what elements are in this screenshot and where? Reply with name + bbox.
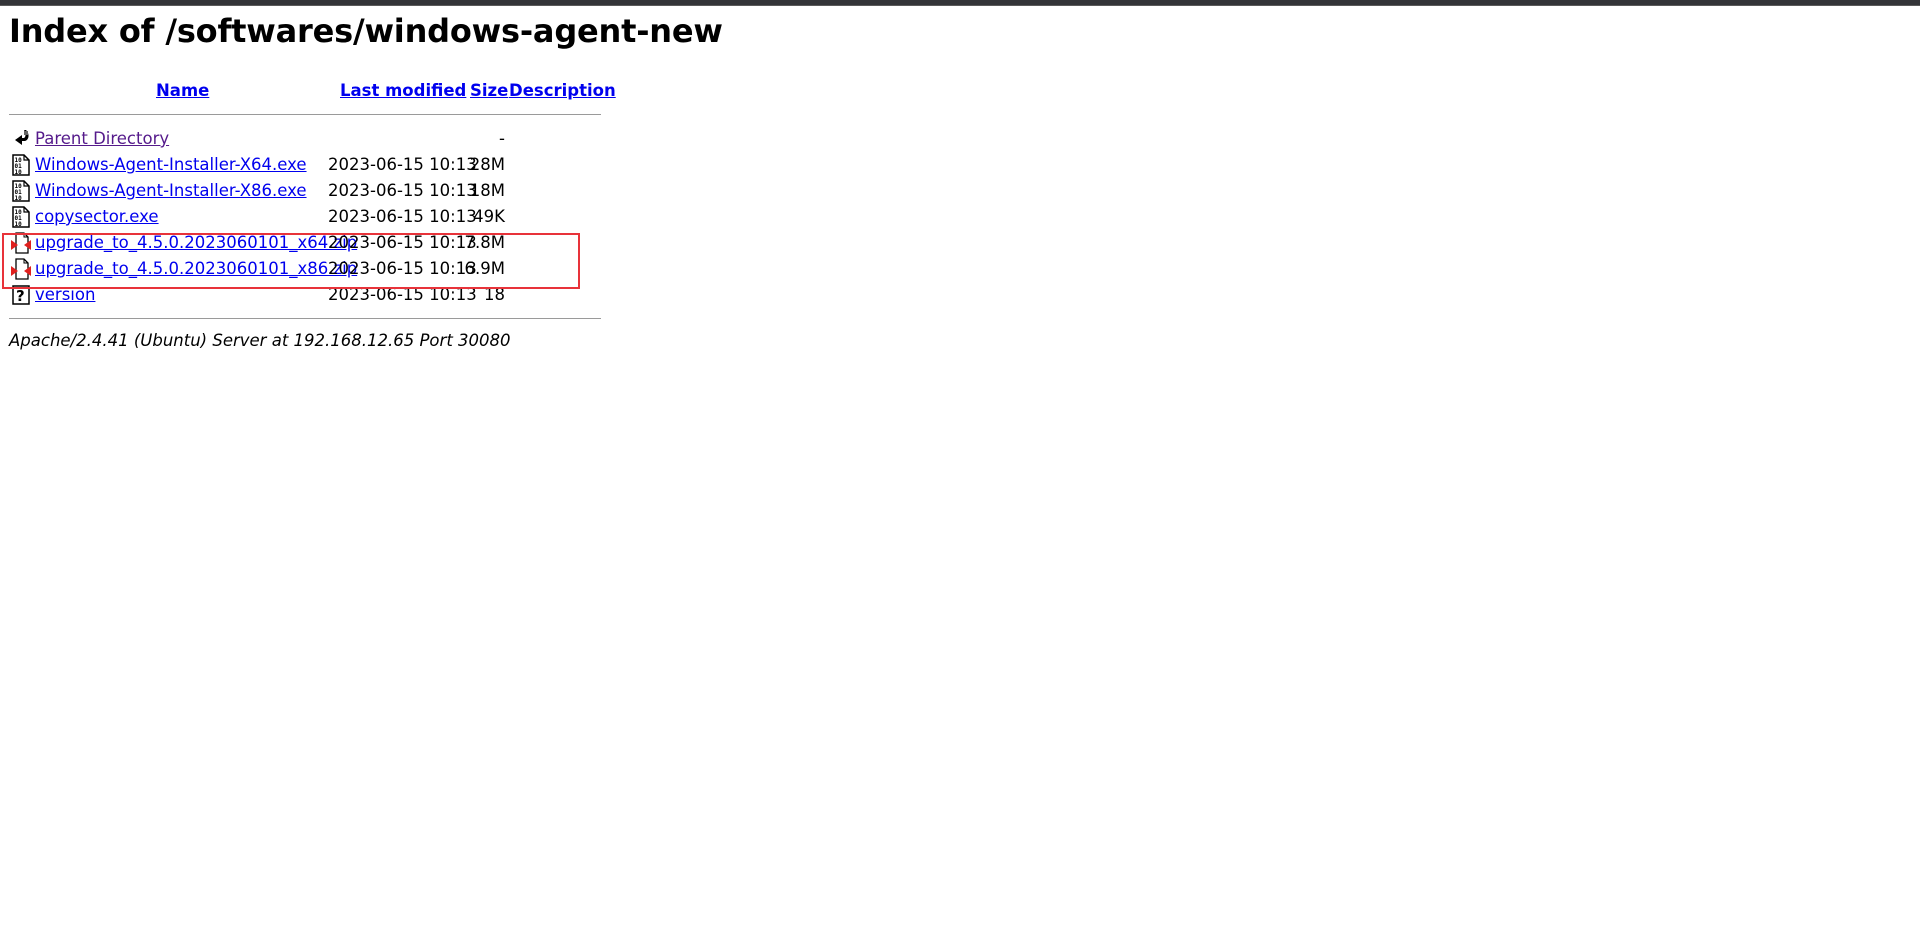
row-size: 49K [473, 207, 505, 226]
column-header-description[interactable]: Description [509, 81, 616, 100]
browser-top-bar [0, 0, 1920, 6]
header-divider [9, 114, 601, 115]
file-link[interactable]: Windows-Agent-Installer-X86.exe [35, 181, 307, 200]
svg-text:10: 10 [15, 221, 23, 228]
table-row: 10 01 10 Windows-Agent-Installer-X64.exe… [0, 153, 620, 179]
row-date: 2023-06-15 10:13 [328, 207, 477, 226]
highlight-box [2, 233, 580, 289]
row-size: 18M [469, 181, 505, 200]
row-size: - [499, 129, 505, 148]
file-link[interactable]: Windows-Agent-Installer-X64.exe [35, 155, 307, 174]
parent-directory-link[interactable]: Parent Directory [35, 129, 169, 148]
column-header-size[interactable]: Size [470, 81, 508, 100]
row-date: 2023-06-15 10:13 [328, 181, 477, 200]
table-row: 10 01 10 copysector.exe 2023-06-15 10:13… [0, 205, 620, 231]
server-signature: Apache/2.4.41 (Ubuntu) Server at 192.168… [9, 331, 511, 350]
column-header-name[interactable]: Name [156, 81, 209, 100]
svg-text:10: 10 [15, 195, 23, 202]
back-icon [10, 128, 32, 150]
column-header-last-modified[interactable]: Last modified [340, 81, 466, 100]
file-link[interactable]: copysector.exe [35, 207, 159, 226]
footer-divider [9, 318, 601, 319]
binary-file-icon: 10 01 10 [10, 180, 32, 202]
row-date: 2023-06-15 10:13 [328, 155, 477, 174]
page-title: Index of /softwares/windows-agent-new [9, 12, 723, 50]
row-size: 28M [469, 155, 505, 174]
table-row: 10 01 10 Windows-Agent-Installer-X86.exe… [0, 179, 620, 205]
svg-text:10: 10 [15, 169, 23, 176]
table-row-parent-directory: Parent Directory - [0, 127, 620, 153]
binary-file-icon: 10 01 10 [10, 206, 32, 228]
svg-text:?: ? [16, 287, 25, 305]
binary-file-icon: 10 01 10 [10, 154, 32, 176]
